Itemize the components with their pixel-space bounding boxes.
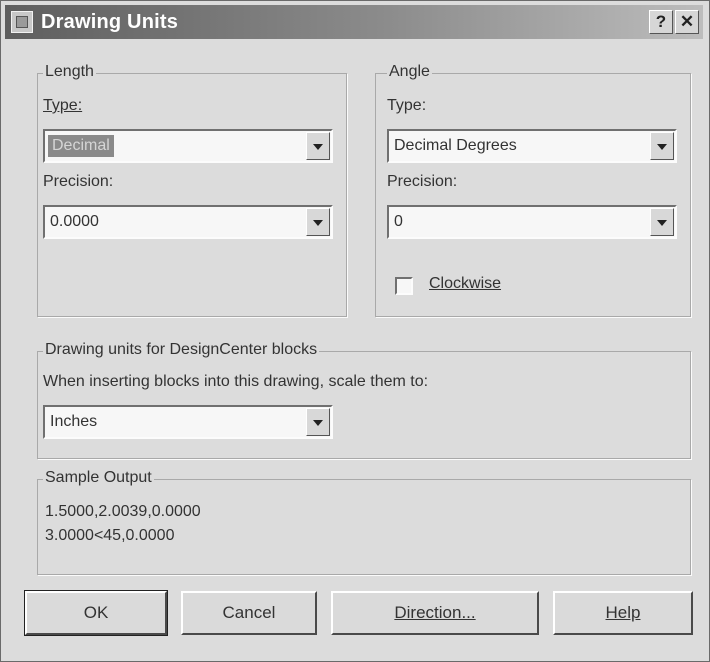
app-icon	[11, 11, 33, 33]
designcenter-group-label: Drawing units for DesignCenter blocks	[43, 341, 320, 359]
clockwise-label-text: Clockwise	[429, 275, 502, 292]
length-precision-label: Precision:	[43, 173, 113, 191]
angle-type-dropdown[interactable]: Decimal Degrees	[387, 129, 677, 163]
help-button[interactable]: Help	[553, 591, 693, 635]
chevron-down-icon[interactable]	[306, 208, 330, 236]
length-type-value: Decimal	[48, 135, 114, 157]
chevron-down-icon[interactable]	[650, 208, 674, 236]
cancel-button[interactable]: Cancel	[181, 591, 317, 635]
chevron-down-icon[interactable]	[650, 132, 674, 160]
ok-button[interactable]: OK	[24, 590, 168, 636]
close-button[interactable]: ✕	[675, 10, 699, 34]
length-precision-value: 0.0000	[50, 213, 99, 230]
designcenter-units-dropdown[interactable]: Inches	[43, 405, 333, 439]
sample-output-line: 1.5000,2.0039,0.0000	[45, 503, 201, 520]
length-precision-label-text: Precision:	[43, 173, 114, 190]
length-group	[37, 73, 347, 317]
help-title-button[interactable]: ?	[649, 10, 673, 34]
angle-precision-label: Precision:	[387, 173, 458, 190]
designcenter-units-value: Inches	[50, 413, 98, 430]
length-type-label-text: Type:	[43, 97, 83, 114]
angle-group-label: Angle	[387, 63, 432, 81]
question-mark-icon: ?	[655, 12, 667, 31]
direction-button[interactable]: Direction...	[331, 591, 539, 635]
length-group-label: Length	[43, 63, 96, 81]
length-type-label: Type:	[43, 97, 82, 115]
sample-output-line: 3.0000<45,0.0000	[45, 527, 175, 544]
sample-output-label: Sample Output	[43, 469, 154, 487]
angle-precision-value: 0	[394, 213, 403, 230]
length-type-dropdown[interactable]: Decimal	[43, 129, 333, 163]
clockwise-label[interactable]: Clockwise	[429, 275, 501, 293]
direction-button-label: Direction...	[394, 603, 476, 622]
chevron-down-icon[interactable]	[306, 408, 330, 436]
dialog-title: Drawing Units	[41, 11, 179, 33]
angle-precision-dropdown[interactable]: 0	[387, 205, 677, 239]
chevron-down-icon[interactable]	[306, 132, 330, 160]
help-button-label: Help	[605, 603, 641, 622]
length-precision-dropdown[interactable]: 0.0000	[43, 205, 333, 239]
close-icon: ✕	[679, 12, 695, 31]
angle-type-value: Decimal Degrees	[394, 137, 517, 154]
clockwise-checkbox[interactable]	[395, 277, 413, 295]
angle-type-label: Type:	[387, 97, 427, 114]
designcenter-prompt: When inserting blocks into this drawing,…	[43, 373, 429, 390]
drawing-units-dialog: Drawing Units ? ✕ Length Type: Decimal P…	[0, 0, 710, 662]
title-bar[interactable]: Drawing Units ? ✕	[5, 5, 703, 39]
